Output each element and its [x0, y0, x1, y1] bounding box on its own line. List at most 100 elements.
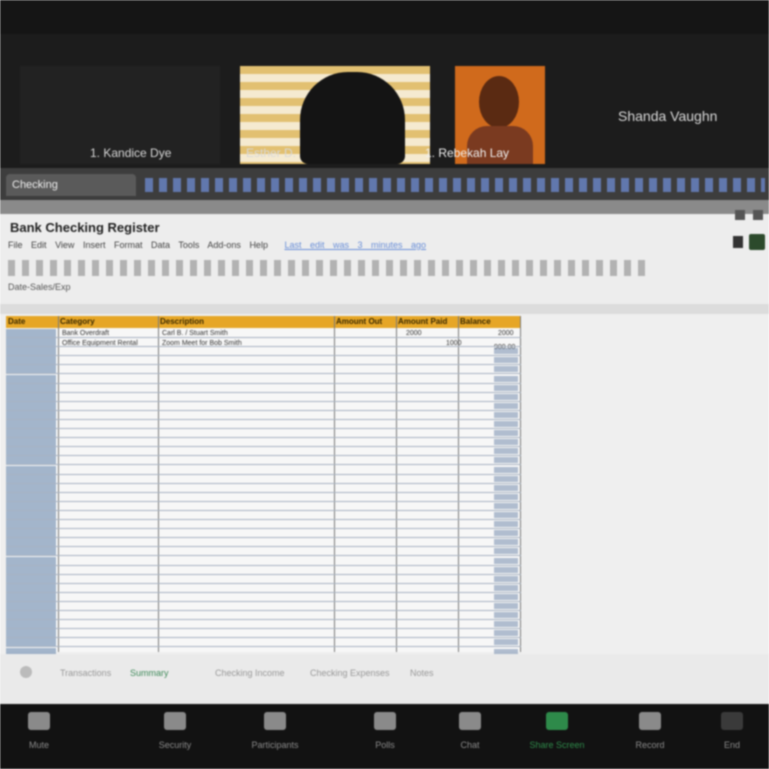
cell-date[interactable] [6, 575, 56, 583]
cell-date[interactable] [6, 402, 56, 410]
cell-date[interactable] [6, 547, 56, 555]
cell-date[interactable] [6, 538, 56, 546]
cell-balance[interactable] [494, 494, 518, 500]
cell-date[interactable] [6, 375, 56, 383]
cell-date[interactable] [6, 584, 56, 592]
cell-date[interactable] [6, 602, 56, 610]
participants-button[interactable]: Participants [240, 712, 310, 764]
cell-balance[interactable] [494, 421, 518, 427]
cell-date[interactable] [6, 456, 56, 464]
security-button[interactable]: Security [140, 712, 210, 764]
chat-button[interactable]: Chat [435, 712, 505, 764]
cell-date[interactable] [6, 466, 56, 474]
cell-date[interactable] [6, 420, 56, 428]
cell-balance[interactable] [494, 567, 518, 573]
end-button[interactable]: End [697, 712, 767, 764]
browser-tabs-strip[interactable] [145, 178, 765, 192]
polls-button[interactable]: Polls [350, 712, 420, 764]
document-title[interactable]: Bank Checking Register [10, 220, 160, 235]
cell-date[interactable] [6, 329, 56, 337]
comments-icon[interactable] [733, 236, 743, 248]
cell-balance[interactable] [494, 621, 518, 627]
column-header-description[interactable]: Description [158, 316, 334, 328]
ledger-grid[interactable]: Date Category Description Amount Out Amo… [6, 316, 521, 658]
sheet-tab-active[interactable]: Summary [130, 668, 169, 678]
account-icon[interactable] [753, 210, 763, 220]
cell-balance[interactable] [494, 403, 518, 409]
cell-date[interactable] [6, 438, 56, 446]
cell-date[interactable] [6, 511, 56, 519]
cell-balance[interactable] [494, 467, 518, 473]
cell-date[interactable] [6, 475, 56, 483]
cell-balance[interactable] [494, 439, 518, 445]
menu-data[interactable]: Data [151, 240, 170, 250]
cell-balance[interactable] [494, 485, 518, 491]
cell-date[interactable] [6, 365, 56, 373]
participant-tile[interactable]: 1. Rebekah Lay [425, 66, 545, 164]
cell-date[interactable] [6, 347, 56, 355]
cell-date[interactable] [6, 411, 56, 419]
cell-date[interactable] [6, 611, 56, 619]
cell-date[interactable] [6, 493, 56, 501]
cell-balance[interactable] [494, 448, 518, 454]
cell-date[interactable] [6, 638, 56, 646]
address-bar[interactable] [0, 200, 769, 214]
menu-format[interactable]: Format [114, 240, 143, 250]
record-button[interactable]: Record [615, 712, 685, 764]
cell-balance[interactable] [494, 539, 518, 545]
cell-date[interactable] [6, 429, 56, 437]
cell-balance[interactable]: 2000 [498, 330, 514, 337]
share-screen-button[interactable]: Share Screen [522, 712, 592, 764]
cell-balance[interactable] [494, 512, 518, 518]
cell-date[interactable] [6, 447, 56, 455]
cell-balance[interactable] [494, 385, 518, 391]
menu-view[interactable]: View [55, 240, 74, 250]
cell-date[interactable] [6, 484, 56, 492]
cell-balance[interactable] [494, 357, 518, 363]
mute-button[interactable]: Mute [4, 712, 74, 764]
share-button[interactable] [749, 234, 765, 250]
cell-balance[interactable] [494, 639, 518, 645]
menu-tools[interactable]: Tools [178, 240, 199, 250]
column-header-date[interactable]: Date [6, 316, 58, 328]
cell-balance[interactable] [494, 457, 518, 463]
menu-insert[interactable]: Insert [83, 240, 106, 250]
cell-date[interactable] [6, 356, 56, 364]
cell-date[interactable] [6, 338, 56, 346]
cell-balance[interactable] [494, 558, 518, 564]
menu-addons[interactable]: Add-ons [207, 240, 241, 250]
cell-balance[interactable] [494, 412, 518, 418]
cell-date[interactable] [6, 593, 56, 601]
cell-balance[interactable] [494, 348, 518, 354]
cell-balance[interactable] [494, 476, 518, 482]
sheet-tab[interactable]: Checking Income [215, 668, 285, 678]
cell-balance[interactable] [494, 530, 518, 536]
cell-description[interactable]: Carl B. / Stuart Smith [162, 330, 228, 337]
cell-balance[interactable] [494, 612, 518, 618]
sheet-tab[interactable]: Transactions [60, 668, 111, 678]
cell-amount-paid[interactable]: 2000 [406, 330, 422, 337]
column-header-amount-paid[interactable]: Amount Paid [396, 316, 458, 328]
column-header-category[interactable]: Category [58, 316, 158, 328]
cell-date[interactable] [6, 629, 56, 637]
cell-balance[interactable] [494, 521, 518, 527]
cell-balance[interactable] [494, 594, 518, 600]
apps-icon[interactable] [735, 210, 745, 220]
cell-date[interactable] [6, 529, 56, 537]
cell-date[interactable] [6, 393, 56, 401]
cell-balance[interactable] [494, 376, 518, 382]
sheet-tab[interactable]: Checking Expenses [310, 668, 390, 678]
cell-balance[interactable] [494, 366, 518, 372]
menu-edit[interactable]: Edit [31, 240, 47, 250]
cell-balance[interactable] [494, 630, 518, 636]
cell-balance[interactable] [494, 585, 518, 591]
browser-tab[interactable]: Checking [6, 174, 136, 196]
cell-balance[interactable] [494, 430, 518, 436]
column-header-amount-out[interactable]: Amount Out [334, 316, 396, 328]
cell-balance[interactable] [494, 548, 518, 554]
cell-category[interactable]: Bank Overdraft [62, 330, 109, 337]
column-header-balance[interactable]: Balance [458, 316, 521, 328]
last-edit-link[interactable]: Last edit was 3 minutes ago [284, 240, 426, 250]
participant-tile[interactable]: 1. Kandice Dye [20, 66, 220, 164]
cell-date[interactable] [6, 566, 56, 574]
